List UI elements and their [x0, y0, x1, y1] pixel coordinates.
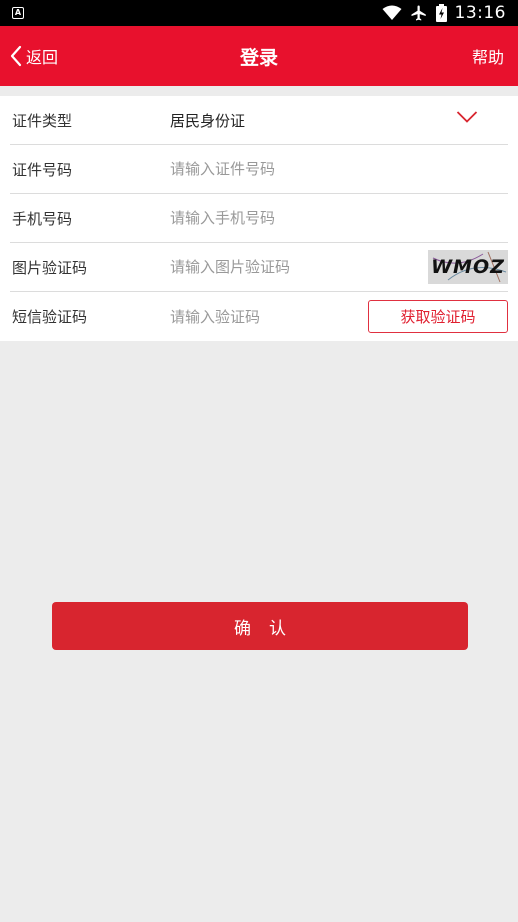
status-bar: A 13:16: [0, 0, 518, 26]
captcha-image[interactable]: WMOZ: [428, 250, 508, 284]
id-type-row[interactable]: 证件类型 居民身份证: [10, 96, 508, 145]
help-button[interactable]: 帮助: [472, 44, 504, 68]
back-label: 返回: [26, 48, 59, 67]
status-left: A: [12, 7, 24, 19]
wifi-icon: [382, 5, 401, 20]
id-type-label: 证件类型: [12, 111, 73, 130]
a-notification-icon: A: [12, 7, 24, 19]
app-bar: 返回 登录 帮助: [0, 26, 518, 86]
image-code-label: 图片验证码: [12, 258, 88, 277]
id-number-row: 证件号码: [10, 145, 508, 194]
login-form: 证件类型 居民身份证 证件号码 手机号码 图片验证码 WMOZ 短信验证码 获取…: [0, 96, 518, 341]
chevron-down-icon[interactable]: [456, 110, 478, 124]
page-title: 登录: [239, 46, 278, 69]
status-time: 13:16: [454, 3, 506, 23]
phone-label: 手机号码: [12, 209, 73, 228]
sms-code-label: 短信验证码: [12, 308, 88, 326]
airplane-icon: [411, 5, 426, 21]
captcha-text: WMOZ: [431, 256, 505, 278]
back-button[interactable]: 返回: [10, 26, 58, 86]
get-sms-code-button[interactable]: 获取验证码: [368, 300, 508, 333]
battery-charging-icon: [435, 4, 447, 22]
phone-row: 手机号码: [10, 194, 508, 243]
image-code-input[interactable]: [170, 258, 428, 276]
status-right: 13:16: [382, 3, 507, 23]
chevron-left-icon: [10, 45, 22, 67]
sms-code-row: 短信验证码 获取验证码: [10, 292, 508, 341]
confirm-button[interactable]: 确认: [52, 602, 468, 650]
id-number-input[interactable]: [170, 160, 508, 178]
phone-input[interactable]: [170, 209, 508, 227]
sms-code-input[interactable]: [170, 307, 368, 326]
id-number-label: 证件号码: [12, 160, 73, 179]
image-code-row: 图片验证码 WMOZ: [10, 243, 508, 292]
